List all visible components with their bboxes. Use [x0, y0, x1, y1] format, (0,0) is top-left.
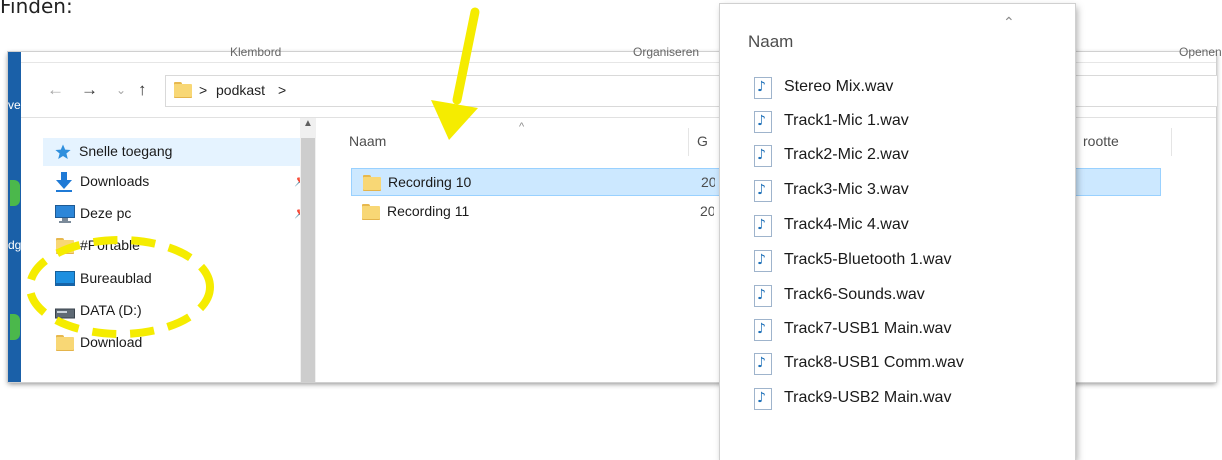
pointer-arrow-shaft [452, 7, 480, 105]
pointer-arrow-head [431, 100, 478, 140]
yellow-annotations [26, 7, 480, 338]
highlight-ellipse [26, 236, 214, 338]
annotation-overlay [26, 7, 480, 338]
